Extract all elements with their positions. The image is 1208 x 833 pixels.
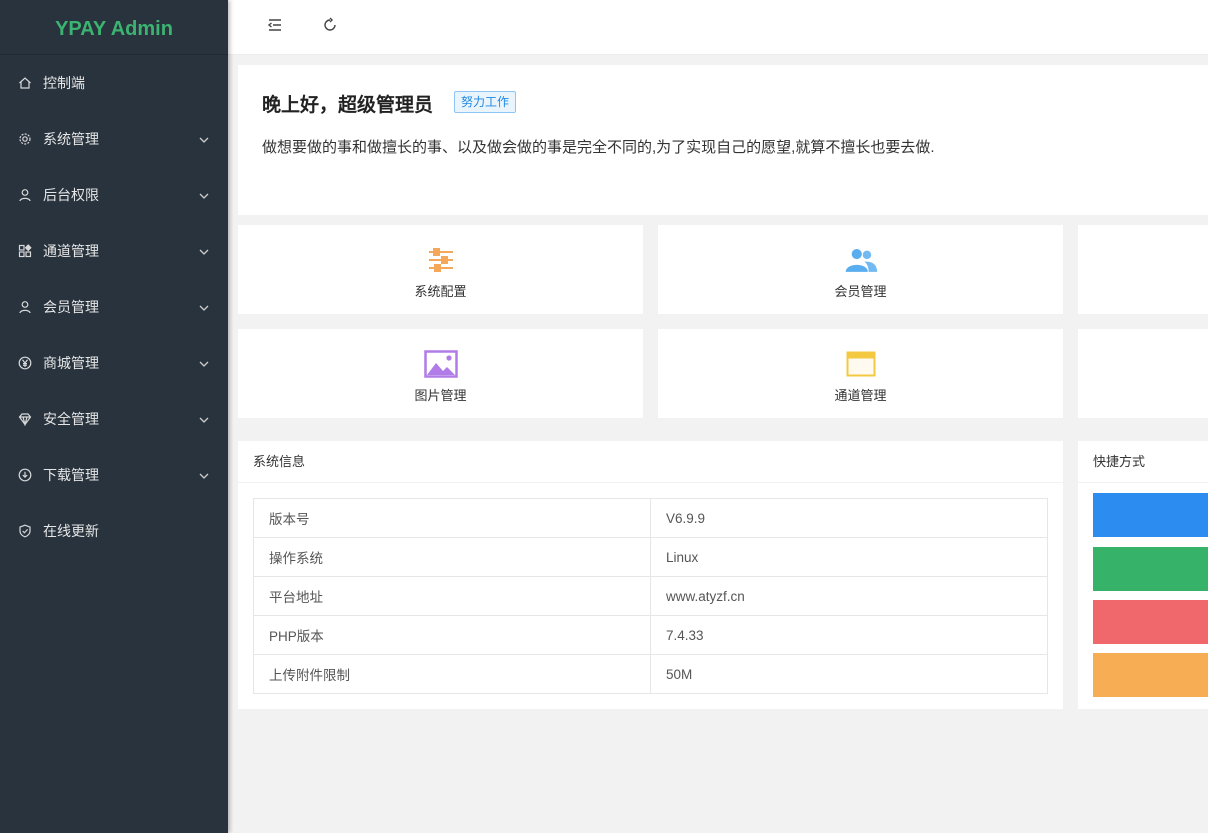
- chevron-down-icon: [198, 189, 210, 201]
- chevron-down-icon: [198, 357, 210, 369]
- shortcut-button[interactable]: [1093, 493, 1208, 537]
- gear-icon: [18, 132, 32, 146]
- tile-channel-management[interactable]: 通道管理: [658, 329, 1063, 418]
- table-row: 平台地址 www.atyzf.cn: [253, 576, 1048, 616]
- table-row: PHP版本 7.4.33: [253, 615, 1048, 655]
- status-badge: 努力工作: [454, 91, 517, 113]
- shortcut-button[interactable]: [1093, 653, 1208, 697]
- info-key: 操作系统: [253, 537, 651, 577]
- system-info-table: 版本号 V6.9.9 操作系统 Linux 平台地址 www.atyzf.cn …: [253, 498, 1048, 694]
- window-icon: [844, 349, 878, 379]
- menu-fold-icon[interactable]: [266, 16, 284, 34]
- sidebar-item-members[interactable]: 会员管理: [0, 279, 228, 335]
- sidebar-item-label: 在线更新: [43, 523, 99, 539]
- top-bar: [228, 0, 1208, 55]
- tile-label: 图片管理: [414, 388, 467, 403]
- refresh-icon[interactable]: [321, 16, 339, 34]
- shield-check-icon: [18, 524, 32, 538]
- info-value: V6.9.9: [650, 498, 1048, 538]
- system-info-card: 系统信息 版本号 V6.9.9 操作系统 Linux 平台地址 www.atyz…: [238, 441, 1063, 709]
- sidebar-item-label: 会员管理: [43, 299, 99, 315]
- tile-image-management[interactable]: 图片管理: [238, 329, 643, 418]
- tile-label: 系统配置: [414, 284, 467, 299]
- sidebar-item-permissions[interactable]: 后台权限: [0, 167, 228, 223]
- sidebar-item-channels[interactable]: 通道管理: [0, 223, 228, 279]
- sidebar-item-system[interactable]: 系统管理: [0, 111, 228, 167]
- info-value: Linux: [650, 537, 1048, 577]
- info-key: 上传附件限制: [253, 654, 651, 694]
- chevron-down-icon: [198, 413, 210, 425]
- sidebar-item-dashboard[interactable]: 控制端: [0, 55, 228, 111]
- shortcut-button[interactable]: [1093, 547, 1208, 591]
- shortcuts-card: 快捷方式: [1078, 441, 1208, 709]
- sidebar-item-label: 系统管理: [43, 131, 99, 147]
- sidebar-item-downloads[interactable]: 下载管理: [0, 447, 228, 503]
- greeting-title: 晚上好，超级管理员: [262, 95, 434, 116]
- greeting-card: 晚上好，超级管理员 努力工作 做想要做的事和做擅长的事、以及做会做的事是完全不同…: [238, 65, 1208, 215]
- tile-label: 会员管理: [834, 284, 887, 299]
- apps-icon: [18, 244, 32, 258]
- tile-member-management[interactable]: 会员管理: [658, 225, 1063, 314]
- diamond-icon: [18, 412, 32, 426]
- sidebar-item-security[interactable]: 安全管理: [0, 391, 228, 447]
- user-icon: [18, 300, 32, 314]
- sidebar-item-label: 控制端: [43, 75, 85, 91]
- chevron-down-icon: [198, 301, 210, 313]
- tile-placeholder[interactable]: [1078, 329, 1208, 418]
- users-icon: [844, 245, 878, 275]
- info-key: PHP版本: [253, 615, 651, 655]
- tile-label: 通道管理: [834, 388, 887, 403]
- card-title: 系统信息: [238, 441, 1063, 483]
- user-icon: [18, 188, 32, 202]
- chevron-down-icon: [198, 245, 210, 257]
- info-key: 版本号: [253, 498, 651, 538]
- app-logo[interactable]: YPAY Admin: [0, 0, 228, 55]
- download-icon: [18, 468, 32, 482]
- tile-system-config[interactable]: 系统配置: [238, 225, 643, 314]
- table-row: 上传附件限制 50M: [253, 654, 1048, 694]
- card-title: 快捷方式: [1078, 441, 1208, 483]
- yen-icon: [18, 356, 32, 370]
- sidebar-item-label: 商城管理: [43, 355, 99, 371]
- home-icon: [18, 76, 32, 90]
- info-key: 平台地址: [253, 576, 651, 616]
- sidebar: YPAY Admin 控制端 系统管理 后台权限 通道管理 会员管理 商城管理 …: [0, 0, 228, 833]
- image-icon: [423, 349, 458, 379]
- sidebar-item-label: 后台权限: [43, 187, 99, 203]
- sidebar-item-mall[interactable]: 商城管理: [0, 335, 228, 391]
- sidebar-item-label: 通道管理: [43, 243, 99, 259]
- sidebar-item-label: 安全管理: [43, 411, 99, 427]
- chevron-down-icon: [198, 469, 210, 481]
- tile-placeholder[interactable]: [1078, 225, 1208, 314]
- table-row: 操作系统 Linux: [253, 537, 1048, 577]
- table-row: 版本号 V6.9.9: [253, 498, 1048, 538]
- sidebar-item-label: 下载管理: [43, 467, 99, 483]
- sliders-icon: [424, 245, 458, 275]
- info-value: www.atyzf.cn: [650, 576, 1048, 616]
- info-value: 7.4.33: [650, 615, 1048, 655]
- sidebar-item-online-update[interactable]: 在线更新: [0, 503, 228, 559]
- chevron-down-icon: [198, 133, 210, 145]
- info-value: 50M: [650, 654, 1048, 694]
- greeting-message: 做想要做的事和做擅长的事、以及做会做的事是完全不同的,为了实现自己的愿望,就算不…: [262, 139, 935, 156]
- shortcut-button[interactable]: [1093, 600, 1208, 644]
